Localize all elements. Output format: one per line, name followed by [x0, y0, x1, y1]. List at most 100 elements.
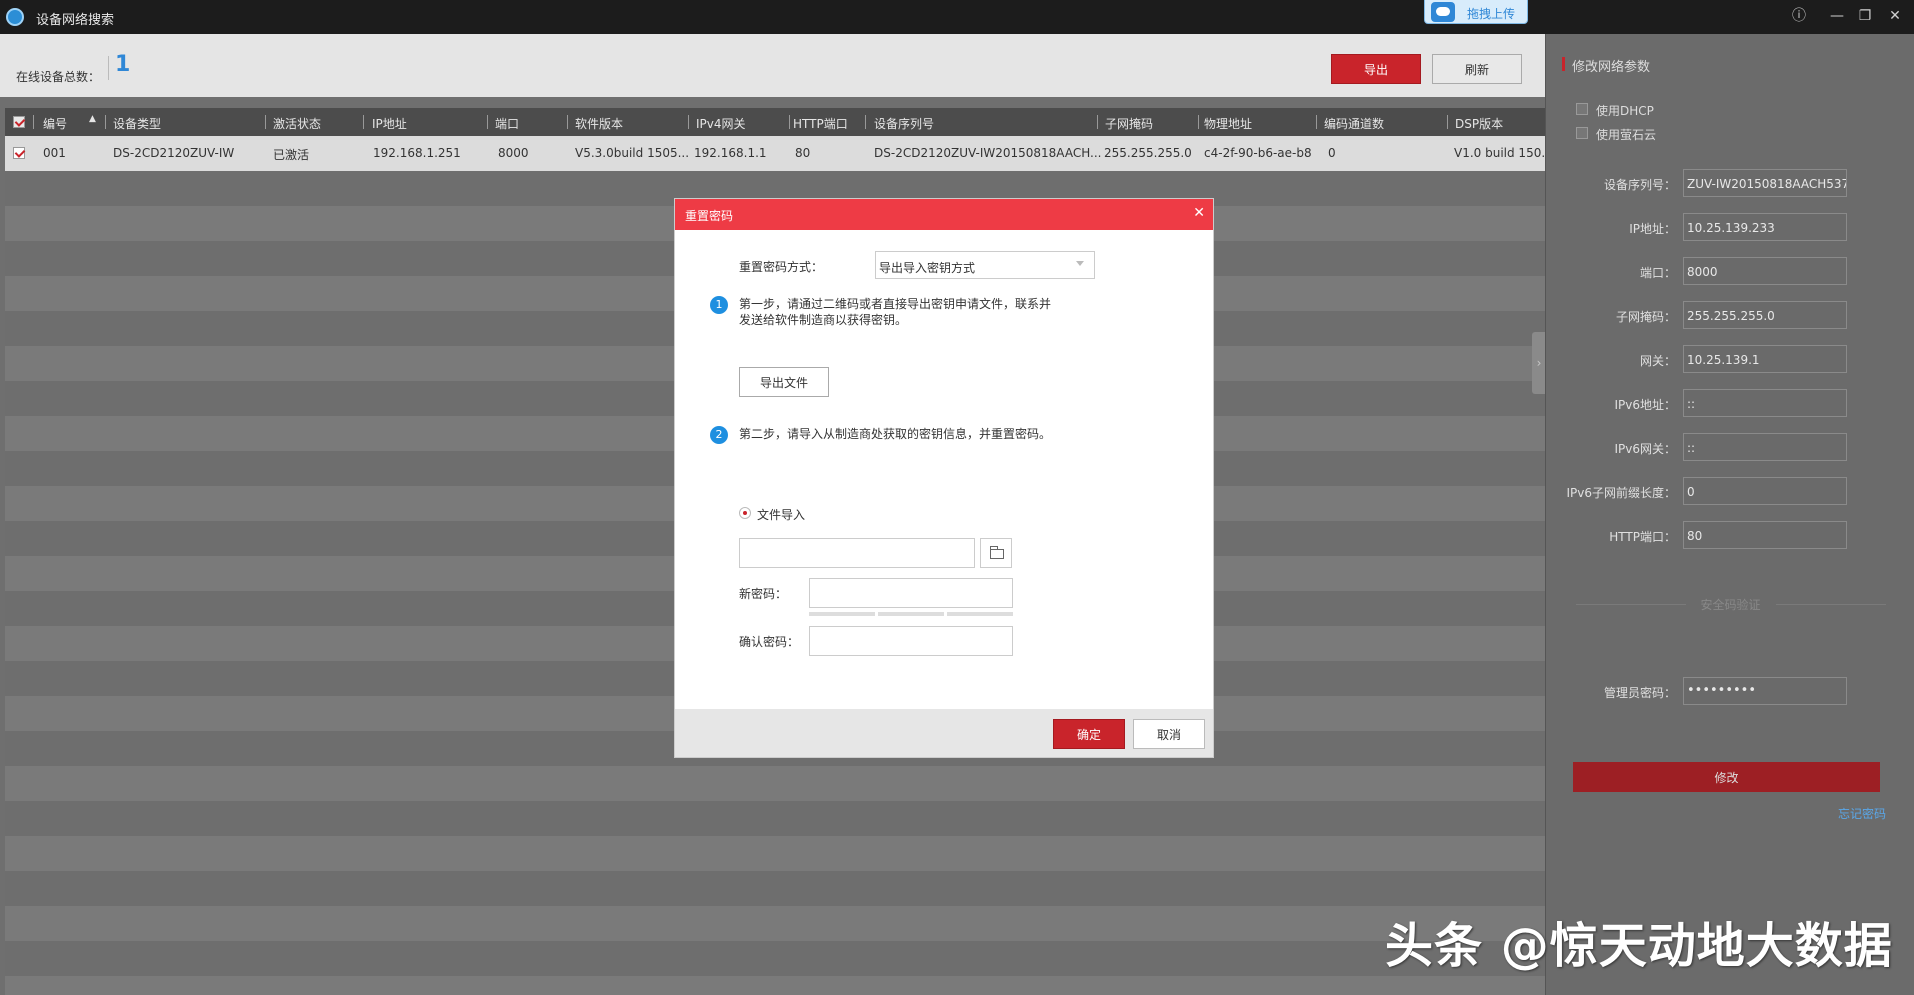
export-button[interactable]: 导出	[1331, 54, 1421, 84]
column-header-software[interactable]: 软件版本	[575, 115, 623, 132]
column-separator	[865, 115, 866, 129]
window-title: 设备网络搜索	[36, 9, 114, 28]
password-strength-bar	[878, 612, 944, 616]
table-row-empty	[5, 976, 1545, 995]
drag-upload-label: 拖拽上传	[1467, 5, 1515, 22]
column-header-dsp[interactable]: DSP版本	[1455, 115, 1503, 132]
column-separator	[33, 115, 34, 129]
column-separator	[567, 115, 568, 129]
file-path-input[interactable]	[739, 538, 975, 568]
row-checkbox[interactable]	[13, 147, 25, 159]
sort-ascending-icon[interactable]: ▲	[89, 114, 96, 124]
column-header-id[interactable]: 编号	[43, 115, 67, 132]
file-import-label: 文件导入	[757, 506, 805, 523]
cell-http-port: 80	[795, 146, 810, 160]
cancel-button[interactable]: 取消	[1133, 719, 1205, 749]
toolbar: 在线设备总数： 1 导出 刷新	[0, 34, 1545, 97]
column-header-port[interactable]: 端口	[495, 115, 519, 132]
browse-folder-button[interactable]	[980, 538, 1012, 568]
column-header-serial[interactable]: 设备序列号	[874, 115, 934, 132]
port-field[interactable]: 8000	[1683, 257, 1847, 285]
column-header-gateway[interactable]: IPv4网关	[696, 115, 746, 132]
forgot-password-link[interactable]: 忘记密码	[1838, 805, 1886, 822]
close-icon[interactable]: ✕	[1193, 205, 1205, 221]
ipv6-address-field[interactable]: ::	[1683, 389, 1847, 417]
http-port-field[interactable]: 80	[1683, 521, 1847, 549]
cell-id: 001	[43, 146, 66, 160]
column-separator	[1316, 115, 1317, 129]
cell-channels: 0	[1328, 146, 1336, 160]
column-header-status[interactable]: 激活状态	[273, 115, 321, 132]
http-port-label: HTTP端口：	[1546, 528, 1676, 545]
table-row-empty	[5, 836, 1545, 871]
table-row[interactable]: 001 DS-2CD2120ZUV-IW 已激活 192.168.1.251 8…	[5, 136, 1545, 171]
refresh-button[interactable]: 刷新	[1432, 54, 1522, 84]
ezviz-label: 使用萤石云	[1596, 126, 1656, 143]
close-button[interactable]: ✕	[1886, 7, 1904, 25]
title-accent	[1562, 57, 1565, 71]
minimize-button[interactable]: —	[1828, 7, 1846, 25]
cell-type: DS-2CD2120ZUV-IW	[113, 146, 234, 160]
ip-field[interactable]: 10.25.139.233	[1683, 213, 1847, 241]
table-header: 编号 ▲ 设备类型 激活状态 IP地址 端口 软件版本 IPv4网关 HTTP端…	[5, 108, 1545, 136]
step-2-badge: 2	[710, 426, 728, 444]
dialog-header: 重置密码 ✕	[675, 199, 1213, 230]
network-params-panel: 修改网络参数 使用DHCP 使用萤石云 设备序列号： ZUV-IW2015081…	[1545, 34, 1914, 995]
ipv6-gateway-field[interactable]: ::	[1683, 433, 1847, 461]
gateway-field[interactable]: 10.25.139.1	[1683, 345, 1847, 373]
admin-password-field[interactable]: •••••••••	[1683, 677, 1847, 705]
ezviz-checkbox[interactable]	[1576, 127, 1588, 139]
mask-label: 子网掩码：	[1546, 308, 1676, 325]
cell-dsp: V1.0 build 150...	[1454, 146, 1553, 160]
column-header-type[interactable]: 设备类型	[113, 115, 161, 132]
ipv6-gateway-label: IPv6网关：	[1546, 440, 1676, 457]
reset-method-select[interactable]: 导出导入密钥方式	[875, 251, 1095, 279]
divider	[108, 56, 109, 80]
column-header-mask[interactable]: 子网掩码	[1105, 115, 1153, 132]
export-file-button[interactable]: 导出文件	[739, 367, 829, 397]
column-header-channels[interactable]: 编码通道数	[1324, 115, 1384, 132]
cell-software: V5.3.0build 1505...	[575, 146, 689, 160]
modify-button[interactable]: 修改	[1573, 762, 1880, 792]
confirm-password-input[interactable]	[809, 626, 1013, 656]
panel-collapse-handle[interactable]: ›	[1532, 332, 1546, 394]
table-row-empty	[5, 941, 1545, 976]
column-header-http-port[interactable]: HTTP端口	[793, 115, 848, 132]
watermark: 头条 @惊天动地大数据	[1385, 906, 1893, 976]
table-row-empty	[5, 871, 1545, 906]
online-count-value: 1	[115, 52, 130, 77]
online-count-label: 在线设备总数：	[16, 68, 100, 85]
panel-title: 修改网络参数	[1572, 56, 1650, 75]
password-strength-bar	[809, 612, 875, 616]
info-icon[interactable]: ⓘ	[1790, 7, 1808, 25]
file-import-radio[interactable]	[739, 507, 751, 519]
password-strength-bar	[947, 612, 1013, 616]
cell-mac: c4-2f-90-b6-ae-b8	[1204, 146, 1312, 160]
confirm-password-label: 确认密码：	[739, 633, 799, 650]
column-separator	[487, 115, 488, 129]
column-separator	[789, 115, 790, 129]
reset-password-dialog: 重置密码 ✕ 重置密码方式： 导出导入密钥方式 1 第一步，请通过二维码或者直接…	[674, 198, 1214, 758]
column-header-ip[interactable]: IP地址	[372, 115, 407, 132]
ipv6-address-label: IPv6地址：	[1546, 396, 1676, 413]
restore-button[interactable]: ❐	[1856, 7, 1874, 25]
serial-field[interactable]: ZUV-IW20150818AACH537001774	[1683, 169, 1847, 197]
dialog-footer: 确定 取消	[675, 709, 1213, 757]
select-all-checkbox[interactable]	[13, 116, 25, 128]
column-separator	[688, 115, 689, 129]
column-header-mac[interactable]: 物理地址	[1204, 115, 1252, 132]
new-password-input[interactable]	[809, 578, 1013, 608]
cloud-icon	[1431, 2, 1455, 22]
port-label: 端口：	[1546, 264, 1676, 281]
mask-field[interactable]: 255.255.255.0	[1683, 301, 1847, 329]
column-separator	[265, 115, 266, 129]
ok-button[interactable]: 确定	[1053, 719, 1125, 749]
ipv6-prefix-field[interactable]: 0	[1683, 477, 1847, 505]
dhcp-checkbox[interactable]	[1576, 103, 1588, 115]
drag-upload-button[interactable]: 拖拽上传	[1424, 0, 1528, 24]
dhcp-label: 使用DHCP	[1596, 102, 1654, 119]
step-1-badge: 1	[710, 296, 728, 314]
ipv6-prefix-label: IPv6子网前缀长度：	[1546, 484, 1676, 501]
reset-method-label: 重置密码方式：	[739, 258, 823, 275]
column-separator	[105, 115, 106, 129]
